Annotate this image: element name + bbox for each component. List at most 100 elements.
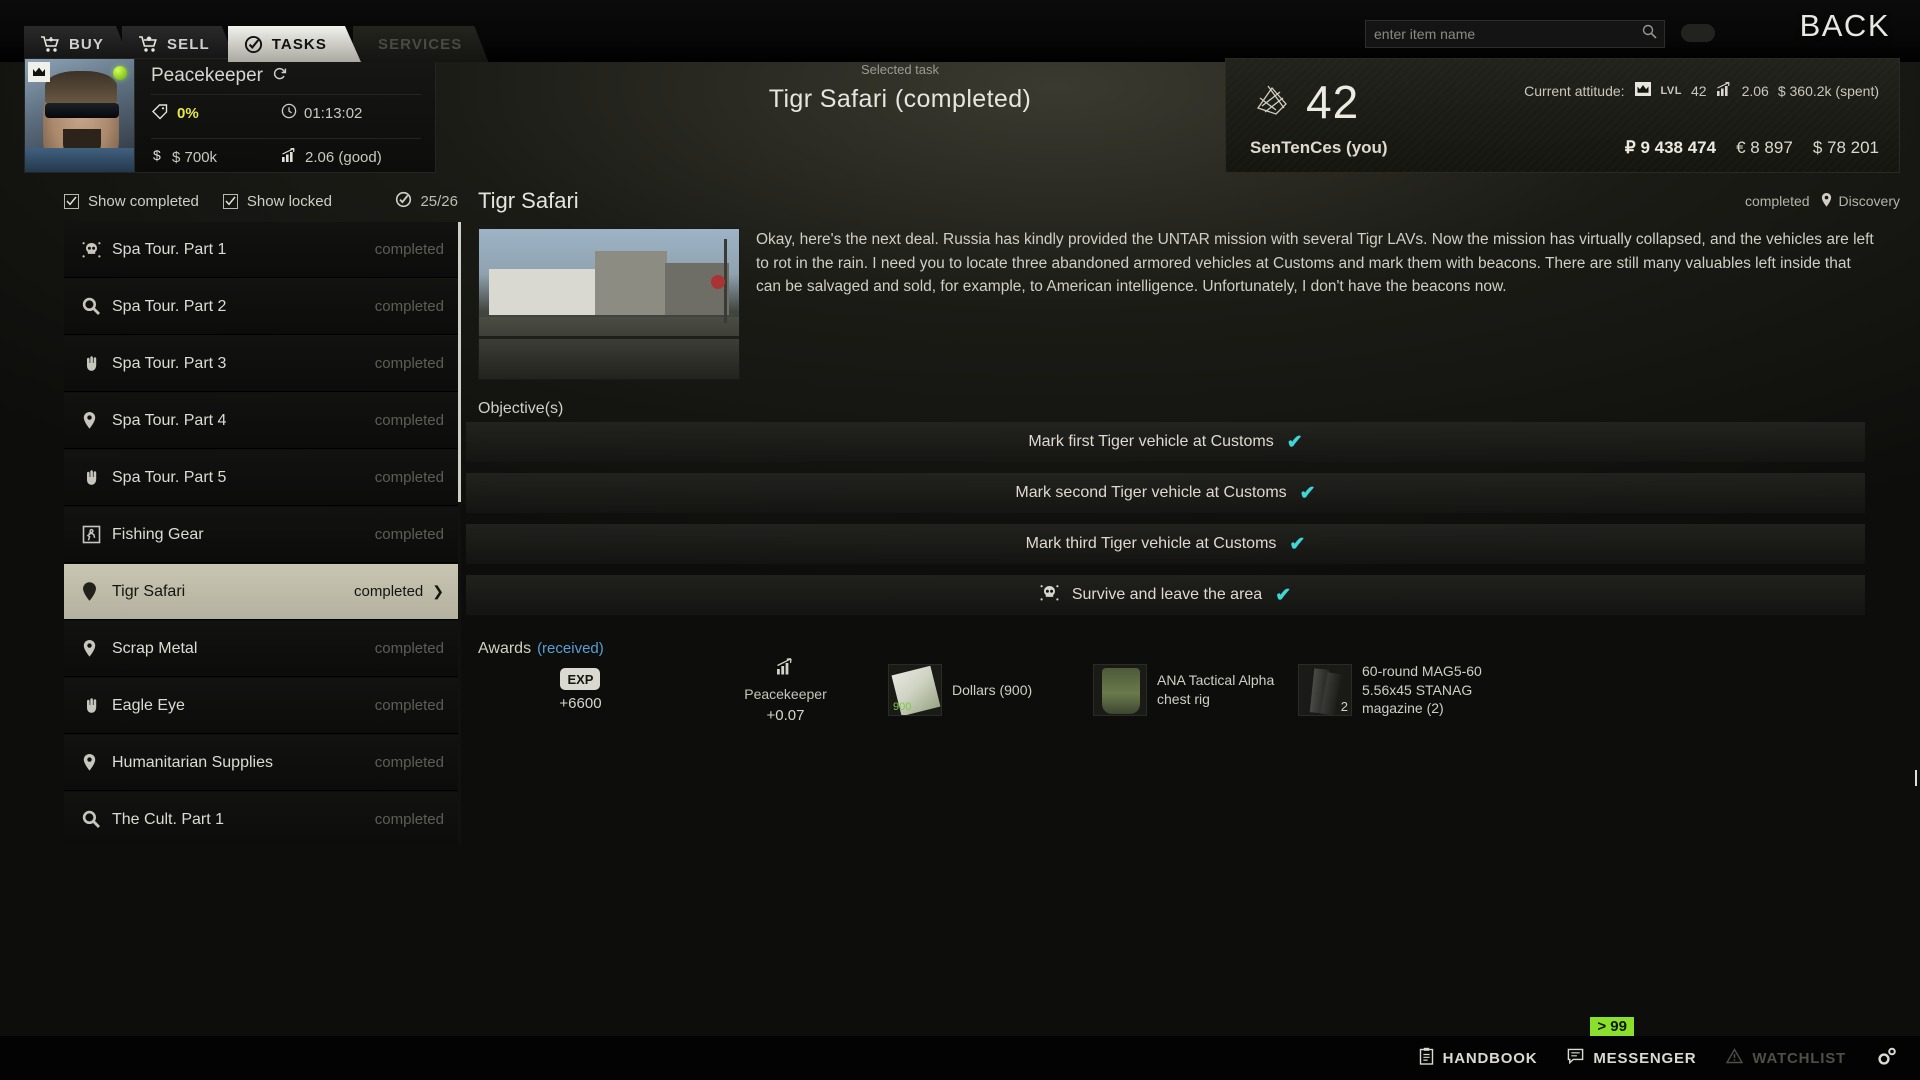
task-detail-location: Discovery xyxy=(1820,192,1900,211)
thumb-ground xyxy=(479,317,739,379)
objectives-list: Mark first Tiger vehicle at Customs ✔ Mark… xyxy=(466,422,1865,626)
task-description-block: Okay, here's the next deal. Russia has k… xyxy=(478,228,1880,380)
award-item-thumbnail[interactable]: 2 xyxy=(1298,664,1352,716)
task-item-label: Scrap Metal xyxy=(112,639,198,657)
check-circle-icon xyxy=(244,35,263,54)
task-detail-header: Tigr Safari completed Discovery xyxy=(478,182,1900,220)
watchlist-label: WATCHLIST xyxy=(1752,1049,1846,1067)
objective-complete-check-icon: ✔ xyxy=(1299,482,1316,504)
refresh-icon[interactable] xyxy=(272,65,287,87)
cart-down-icon xyxy=(40,35,60,53)
task-item-label: Spa Tour. Part 2 xyxy=(112,297,227,315)
task-list-item[interactable]: Spa Tour. Part 3 completed xyxy=(64,336,458,392)
dollar-icon: $ xyxy=(151,147,165,167)
task-item-label: Spa Tour. Part 3 xyxy=(112,354,227,372)
objective-text: Mark third Tiger vehicle at Customs xyxy=(1025,535,1277,552)
awards-label: Awards xyxy=(478,640,532,657)
trader-tab-group: BUY SELL TASKS SERVICES xyxy=(24,26,480,62)
mouse-cursor xyxy=(1915,770,1917,786)
award-item: Peacekeeper +0.07 xyxy=(683,657,888,724)
task-list-item[interactable]: Humanitarian Supplies completed xyxy=(64,735,458,791)
search-icon[interactable] xyxy=(1640,24,1664,44)
award-item-name: Dollars (900) xyxy=(952,681,1033,698)
task-list-item[interactable]: The Cult. Part 1 completed xyxy=(64,792,458,844)
awards-list: EXP +6600 Peacekeeper +0.07 900 Dollars (900)… xyxy=(478,657,1865,724)
award-item: EXP +6600 xyxy=(478,661,683,719)
task-counter-value: 25/26 xyxy=(420,192,458,210)
player-level-group: 42 xyxy=(1250,75,1359,129)
top-indicator-pill xyxy=(1681,24,1715,42)
player-level-value: 42 xyxy=(1306,76,1360,128)
top-navigation-bar: BUY SELL TASKS SERVICES enter item name … xyxy=(0,0,1920,62)
task-list-scrollbar[interactable] xyxy=(458,222,461,844)
player-currency-row: ₽ 9 438 474 € 8 897 $ 78 201 xyxy=(1625,138,1879,158)
pin-outline-icon xyxy=(82,582,112,601)
award-exp: EXP +6600 xyxy=(559,668,602,712)
award-item-count: 2 xyxy=(1340,699,1348,714)
task-list-item[interactable]: Spa Tour. Part 1 completed xyxy=(64,222,458,278)
tab-sell-label: SELL xyxy=(166,35,210,53)
objective-row: Survive and leave the area ✔ xyxy=(466,575,1865,615)
task-list-item[interactable]: Spa Tour. Part 4 completed xyxy=(64,393,458,449)
trader-name-row: Peacekeeper xyxy=(151,65,435,87)
task-list-item[interactable]: Spa Tour. Part 2 completed xyxy=(64,279,458,335)
task-item-status: completed xyxy=(374,355,444,372)
check-circle-icon xyxy=(395,191,412,212)
tab-sell[interactable]: SELL xyxy=(122,26,236,62)
award-item-thumbnail[interactable]: 900 xyxy=(888,664,942,716)
filter-show-completed-label: Show completed xyxy=(88,192,199,210)
currency-rubles: ₽ 9 438 474 xyxy=(1624,138,1717,157)
checkbox-checked-icon[interactable] xyxy=(64,193,79,209)
avatar-collar xyxy=(25,148,134,172)
objective-row: Mark second Tiger vehicle at Customs ✔ xyxy=(466,473,1865,513)
pin-icon xyxy=(82,753,112,772)
task-filter-bar: Show completed Show locked 25/26 xyxy=(64,186,458,216)
warning-triangle-icon xyxy=(1726,1048,1744,1068)
thumb-sign xyxy=(711,275,725,289)
award-rep-name: Peacekeeper xyxy=(744,685,827,702)
trader-money-value: $ 700k xyxy=(172,148,218,166)
task-list-item[interactable]: Tigr Safari completed ❯ xyxy=(64,564,458,620)
magnifier-icon xyxy=(82,297,112,316)
messenger-button[interactable]: MESSENGER xyxy=(1567,1048,1696,1068)
search-box[interactable] xyxy=(1365,20,1665,48)
discount-tag-icon xyxy=(151,103,170,124)
task-list[interactable]: Spa Tour. Part 1 completed Spa Tour. Part … xyxy=(64,222,458,844)
back-button[interactable]: BACK xyxy=(1800,8,1890,44)
task-detail-title: Tigr Safari xyxy=(478,188,579,213)
filter-show-locked[interactable]: Show locked xyxy=(222,192,332,210)
pin-icon xyxy=(82,411,112,430)
pin-icon xyxy=(1820,192,1833,211)
skull-icon xyxy=(82,241,112,259)
svg-text:$: $ xyxy=(153,147,161,163)
task-list-item[interactable]: Eagle Eye completed xyxy=(64,678,458,734)
task-list-item[interactable]: Scrap Metal completed xyxy=(64,621,458,677)
task-list-item[interactable]: Fishing Gear completed xyxy=(64,507,458,563)
filter-show-locked-label: Show locked xyxy=(246,192,332,210)
handbook-button[interactable]: HANDBOOK xyxy=(1419,1047,1538,1069)
messenger-unread-badge: > 99 xyxy=(1590,1017,1634,1036)
trader-reputation-value: 2.06 (good) xyxy=(305,148,382,166)
avatar-hair xyxy=(45,71,117,105)
task-list-item[interactable]: Spa Tour. Part 5 completed xyxy=(64,450,458,506)
scrollbar-thumb[interactable] xyxy=(458,222,461,502)
tab-tasks[interactable]: TASKS xyxy=(228,26,361,62)
filter-show-completed[interactable]: Show completed xyxy=(64,193,199,210)
crown-icon xyxy=(28,62,50,82)
task-item-label: Spa Tour. Part 1 xyxy=(112,240,227,258)
award-item-name: ANA Tactical Alpha chest rig xyxy=(1157,672,1275,707)
tab-buy[interactable]: BUY xyxy=(24,26,130,62)
rep-chart-icon xyxy=(281,147,298,167)
chevron-right-icon: ❯ xyxy=(432,583,444,599)
attitude-rep-value: 2.06 xyxy=(1741,82,1769,99)
award-item-thumbnail[interactable] xyxy=(1093,664,1147,716)
trader-money: $ $ 700k xyxy=(151,147,281,167)
checkbox-checked-icon[interactable] xyxy=(222,193,238,209)
watchlist-button[interactable]: WATCHLIST xyxy=(1726,1048,1846,1068)
gears-icon xyxy=(1876,1046,1898,1070)
search-input[interactable] xyxy=(1366,26,1640,42)
settings-button[interactable] xyxy=(1876,1046,1898,1070)
thumb-building-2 xyxy=(595,251,667,315)
trader-reputation: 2.06 (good) xyxy=(281,147,411,167)
clipboard-icon xyxy=(1419,1047,1434,1069)
